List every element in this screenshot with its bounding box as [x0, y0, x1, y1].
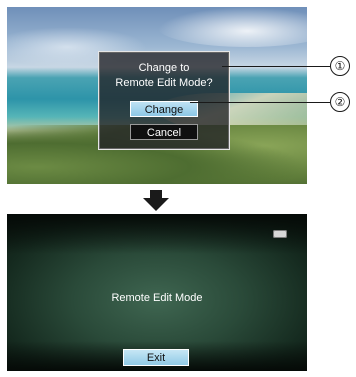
dialog-title-line2: Remote Edit Mode? [115, 77, 213, 89]
remote-edit-screen: Remote Edit Mode Exit [7, 214, 307, 371]
callout-leader-2 [190, 102, 330, 103]
down-arrow-icon [143, 190, 169, 211]
remote-edit-mode-title: Remote Edit Mode [111, 292, 203, 304]
callout-number-1: ① [330, 56, 350, 76]
change-mode-dialog: Change to Remote Edit Mode? Change Cance… [98, 51, 230, 150]
cancel-button[interactable]: Cancel [130, 124, 198, 140]
change-button[interactable]: Change [130, 101, 198, 117]
callout-number-2: ② [330, 92, 350, 112]
cloud-shape [157, 7, 307, 47]
dialog-title-line1: Change to [138, 62, 190, 74]
exit-button[interactable]: Exit [123, 349, 189, 366]
battery-icon [273, 230, 287, 238]
top-screen-photo: Change to Remote Edit Mode? Change Cance… [7, 7, 307, 184]
screen-top-shade [7, 214, 307, 254]
callout-leader-1 [222, 66, 330, 67]
